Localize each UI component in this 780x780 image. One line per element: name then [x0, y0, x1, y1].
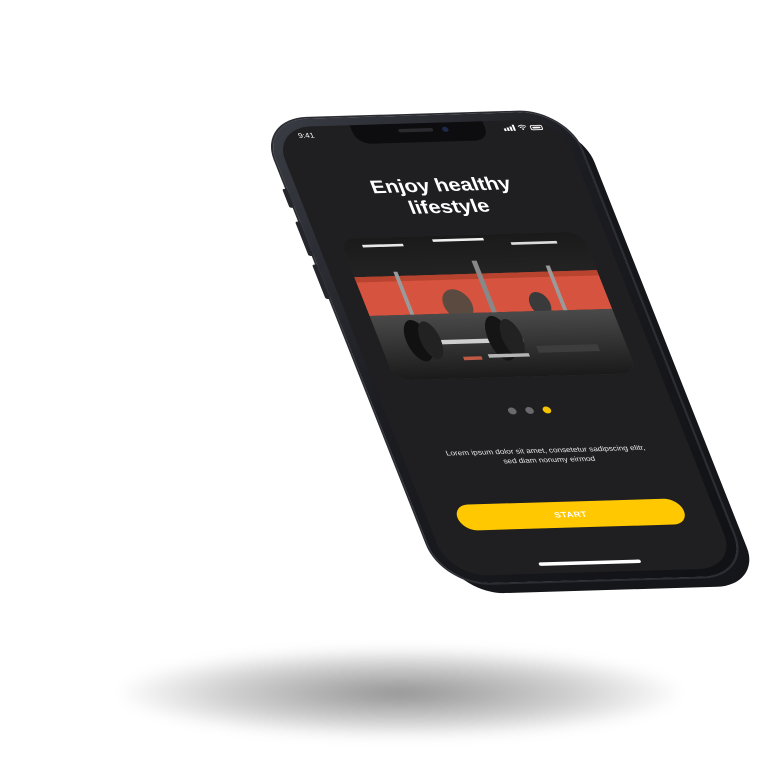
speaker-grille: [397, 127, 434, 133]
mockup-stage: 9:41 Enjoy healthy lifestyle Lorem ipsum…: [0, 0, 780, 780]
pagination-dot-active[interactable]: [541, 406, 553, 414]
start-button[interactable]: START: [452, 498, 690, 531]
onboarding-description: Lorem ipsum dolor sit amet, consetetur s…: [444, 443, 647, 466]
front-camera-icon: [441, 126, 450, 133]
battery-icon: [529, 124, 544, 130]
gym-hero-image: [338, 231, 638, 381]
notch: [349, 121, 490, 145]
signal-icon: [502, 124, 517, 132]
status-time: 9:41: [296, 131, 316, 140]
silent-switch: [282, 188, 295, 208]
floor-shadow: [120, 648, 680, 738]
wifi-icon: [517, 124, 527, 131]
phone-mockup: 9:41 Enjoy healthy lifestyle Lorem ipsum…: [260, 111, 750, 585]
pagination-dot[interactable]: [506, 407, 518, 415]
gym-barbell-photo: [338, 231, 638, 381]
pagination-dot[interactable]: [524, 406, 536, 415]
onboarding-title: Enjoy healthy lifestyle: [367, 173, 515, 219]
home-indicator[interactable]: [538, 559, 642, 566]
phone-frame: 9:41 Enjoy healthy lifestyle Lorem ipsum…: [260, 111, 750, 585]
pagination-dots: [384, 403, 674, 418]
phone-screen: 9:41 Enjoy healthy lifestyle Lorem ipsum…: [272, 119, 738, 577]
status-icons: [502, 124, 544, 132]
